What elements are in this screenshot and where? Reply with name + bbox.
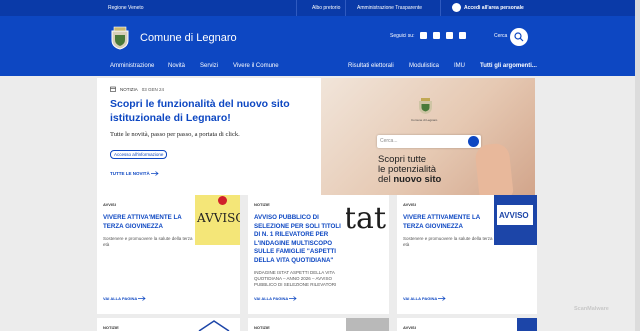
search-button[interactable]: [510, 28, 528, 46]
news-card[interactable]: NOTIZIE: [97, 318, 240, 331]
hero-image[interactable]: Comune di Legnaro Cerca... Scopri tutte …: [321, 78, 535, 195]
card-image: AVVISO: [195, 195, 240, 245]
hero-date: 03 GEN 24: [141, 86, 165, 92]
news-card[interactable]: AVVISI AVVISO VIVERE ATTIVA'MENTE LA TER…: [97, 195, 240, 314]
login-label: Accedi all'area personale: [464, 4, 524, 11]
nav-imu[interactable]: IMU: [454, 63, 465, 69]
nav-vivere-il-comune[interactable]: Vivere il Comune: [233, 63, 279, 69]
hand-illustration: [474, 142, 514, 195]
albo-pretorio-link[interactable]: Albo pretorio: [312, 5, 340, 11]
card-more-label: VAI ALLA PAGINA: [403, 296, 438, 301]
instagram-icon[interactable]: [433, 32, 440, 39]
separator: [345, 0, 346, 16]
site-title[interactable]: Comune di Legnaro: [140, 32, 237, 44]
card-image-text: tat: [346, 201, 386, 236]
card-image-text: AVVISO: [499, 211, 529, 220]
watermark: ScanMalware: [574, 306, 609, 312]
news-card[interactable]: AVVISI: [397, 318, 537, 331]
card-more-link[interactable]: VAI ALLA PAGINA: [103, 296, 146, 302]
emblem-label: Comune di Legnaro: [411, 118, 438, 122]
pin-icon: [218, 196, 227, 205]
arrow-right-icon: [151, 171, 159, 177]
card-body: INDAGINE ISTAT ASPETTI DELLA VITA QUOTID…: [254, 270, 337, 288]
card-category: NOTIZIE: [254, 325, 270, 330]
arrow-right-icon: [438, 296, 446, 302]
card-image: tat: [346, 195, 389, 245]
house-icon: [198, 320, 230, 331]
login-button[interactable]: Accedi all'area personale: [452, 3, 524, 12]
card-more-label: VAI ALLA PAGINA: [254, 296, 289, 301]
card-more-link[interactable]: VAI ALLA PAGINA: [254, 296, 297, 302]
region-link[interactable]: Regione Veneto: [108, 5, 144, 11]
all-news-link[interactable]: TUTTE LE NOVITÀ: [110, 171, 159, 177]
image-slogan: Scopri tutte le potenzialità del nuovo s…: [378, 155, 441, 185]
card-image: AVVISO: [494, 195, 537, 245]
card-title[interactable]: VIVERE ATTIVA'MENTE LA TERZA GIOVINEZZA: [103, 214, 193, 231]
linkedin-icon[interactable]: [446, 32, 453, 39]
slogan-bold: nuovo sito: [393, 174, 442, 185]
card-category: AVVISI: [403, 325, 416, 330]
card-body: Sostenere e promuovere la salute della t…: [103, 236, 193, 248]
hero-description: Tutte le novità, passo per passo, a port…: [110, 131, 240, 138]
hero-title[interactable]: Scopri le funzionalità del nuovo sito is…: [110, 97, 315, 125]
image-search-bar: Cerca...: [377, 135, 481, 148]
shield-crest-icon: [419, 98, 432, 114]
nav-amministrazione[interactable]: Amministrazione: [110, 63, 154, 69]
card-more-label: VAI ALLA PAGINA: [103, 296, 138, 301]
slogan-prefix: del: [378, 174, 394, 185]
card-image-text: AVVISO: [197, 211, 240, 225]
scrollbar[interactable]: [635, 0, 640, 331]
separator: [296, 0, 297, 16]
amministrazione-trasparente-link[interactable]: Amministrazione Trasparente: [357, 5, 422, 11]
image-search-text: Cerca...: [380, 138, 398, 144]
arrow-right-icon: [289, 296, 297, 302]
search-icon: [514, 32, 524, 42]
card-category: AVVISI: [103, 202, 116, 207]
all-news-label: TUTTE LE NOVITÀ: [110, 171, 150, 176]
nav-servizi[interactable]: Servizi: [200, 63, 218, 69]
social-label: Seguici su:: [390, 33, 415, 39]
card-image: [517, 318, 537, 331]
nav-tutti-gli-argomenti[interactable]: Tutti gli argomenti...: [480, 63, 537, 69]
card-image: [346, 318, 389, 331]
shield-crest-icon[interactable]: [110, 26, 130, 50]
card-category: AVVISI: [403, 202, 416, 207]
calendar-icon: [110, 86, 116, 92]
hero-tag[interactable]: Accesso all'informazione: [110, 150, 168, 159]
nav-modulistica[interactable]: Modulistica: [409, 63, 439, 69]
separator: [440, 0, 441, 16]
main-header: Comune di Legnaro Seguici su: Cerca Ammi…: [0, 16, 640, 76]
card-title[interactable]: AVVISO PUBBLICO DI SELEZIONE PER SOLI TI…: [254, 214, 348, 266]
hero-meta: NOTIZIA 03 GEN 24: [110, 86, 164, 92]
card-body: Sostenere e promuovere la salute della t…: [403, 236, 493, 248]
top-bar: Regione Veneto Albo pretorio Amministraz…: [0, 0, 640, 16]
card-title[interactable]: VIVERE ATTIVAMENTE LA TERZA GIOVINEZZA: [403, 214, 493, 231]
news-card[interactable]: NOTIZIE tat AVVISO PUBBLICO DI SELEZIONE…: [248, 195, 389, 314]
nav-risultati-elettorali[interactable]: Risultati elettorali: [348, 63, 394, 69]
news-card[interactable]: NOTIZIE: [248, 318, 389, 331]
arrow-right-icon: [138, 296, 146, 302]
search-icon: [468, 136, 479, 147]
card-category: NOTIZIE: [103, 325, 119, 330]
card-category: NOTIZIE: [254, 202, 270, 207]
slogan-line-3: del nuovo sito: [378, 175, 441, 185]
facebook-icon[interactable]: [420, 32, 427, 39]
search-label: Cerca: [494, 33, 508, 39]
hero-category: NOTIZIA: [120, 86, 138, 92]
news-card[interactable]: AVVISI AVVISO VIVERE ATTIVAMENTE LA TERZ…: [397, 195, 537, 314]
card-more-link[interactable]: VAI ALLA PAGINA: [403, 296, 446, 302]
user-icon: [452, 3, 461, 12]
nav-novita[interactable]: Novità: [168, 63, 185, 69]
youtube-icon[interactable]: [459, 32, 466, 39]
